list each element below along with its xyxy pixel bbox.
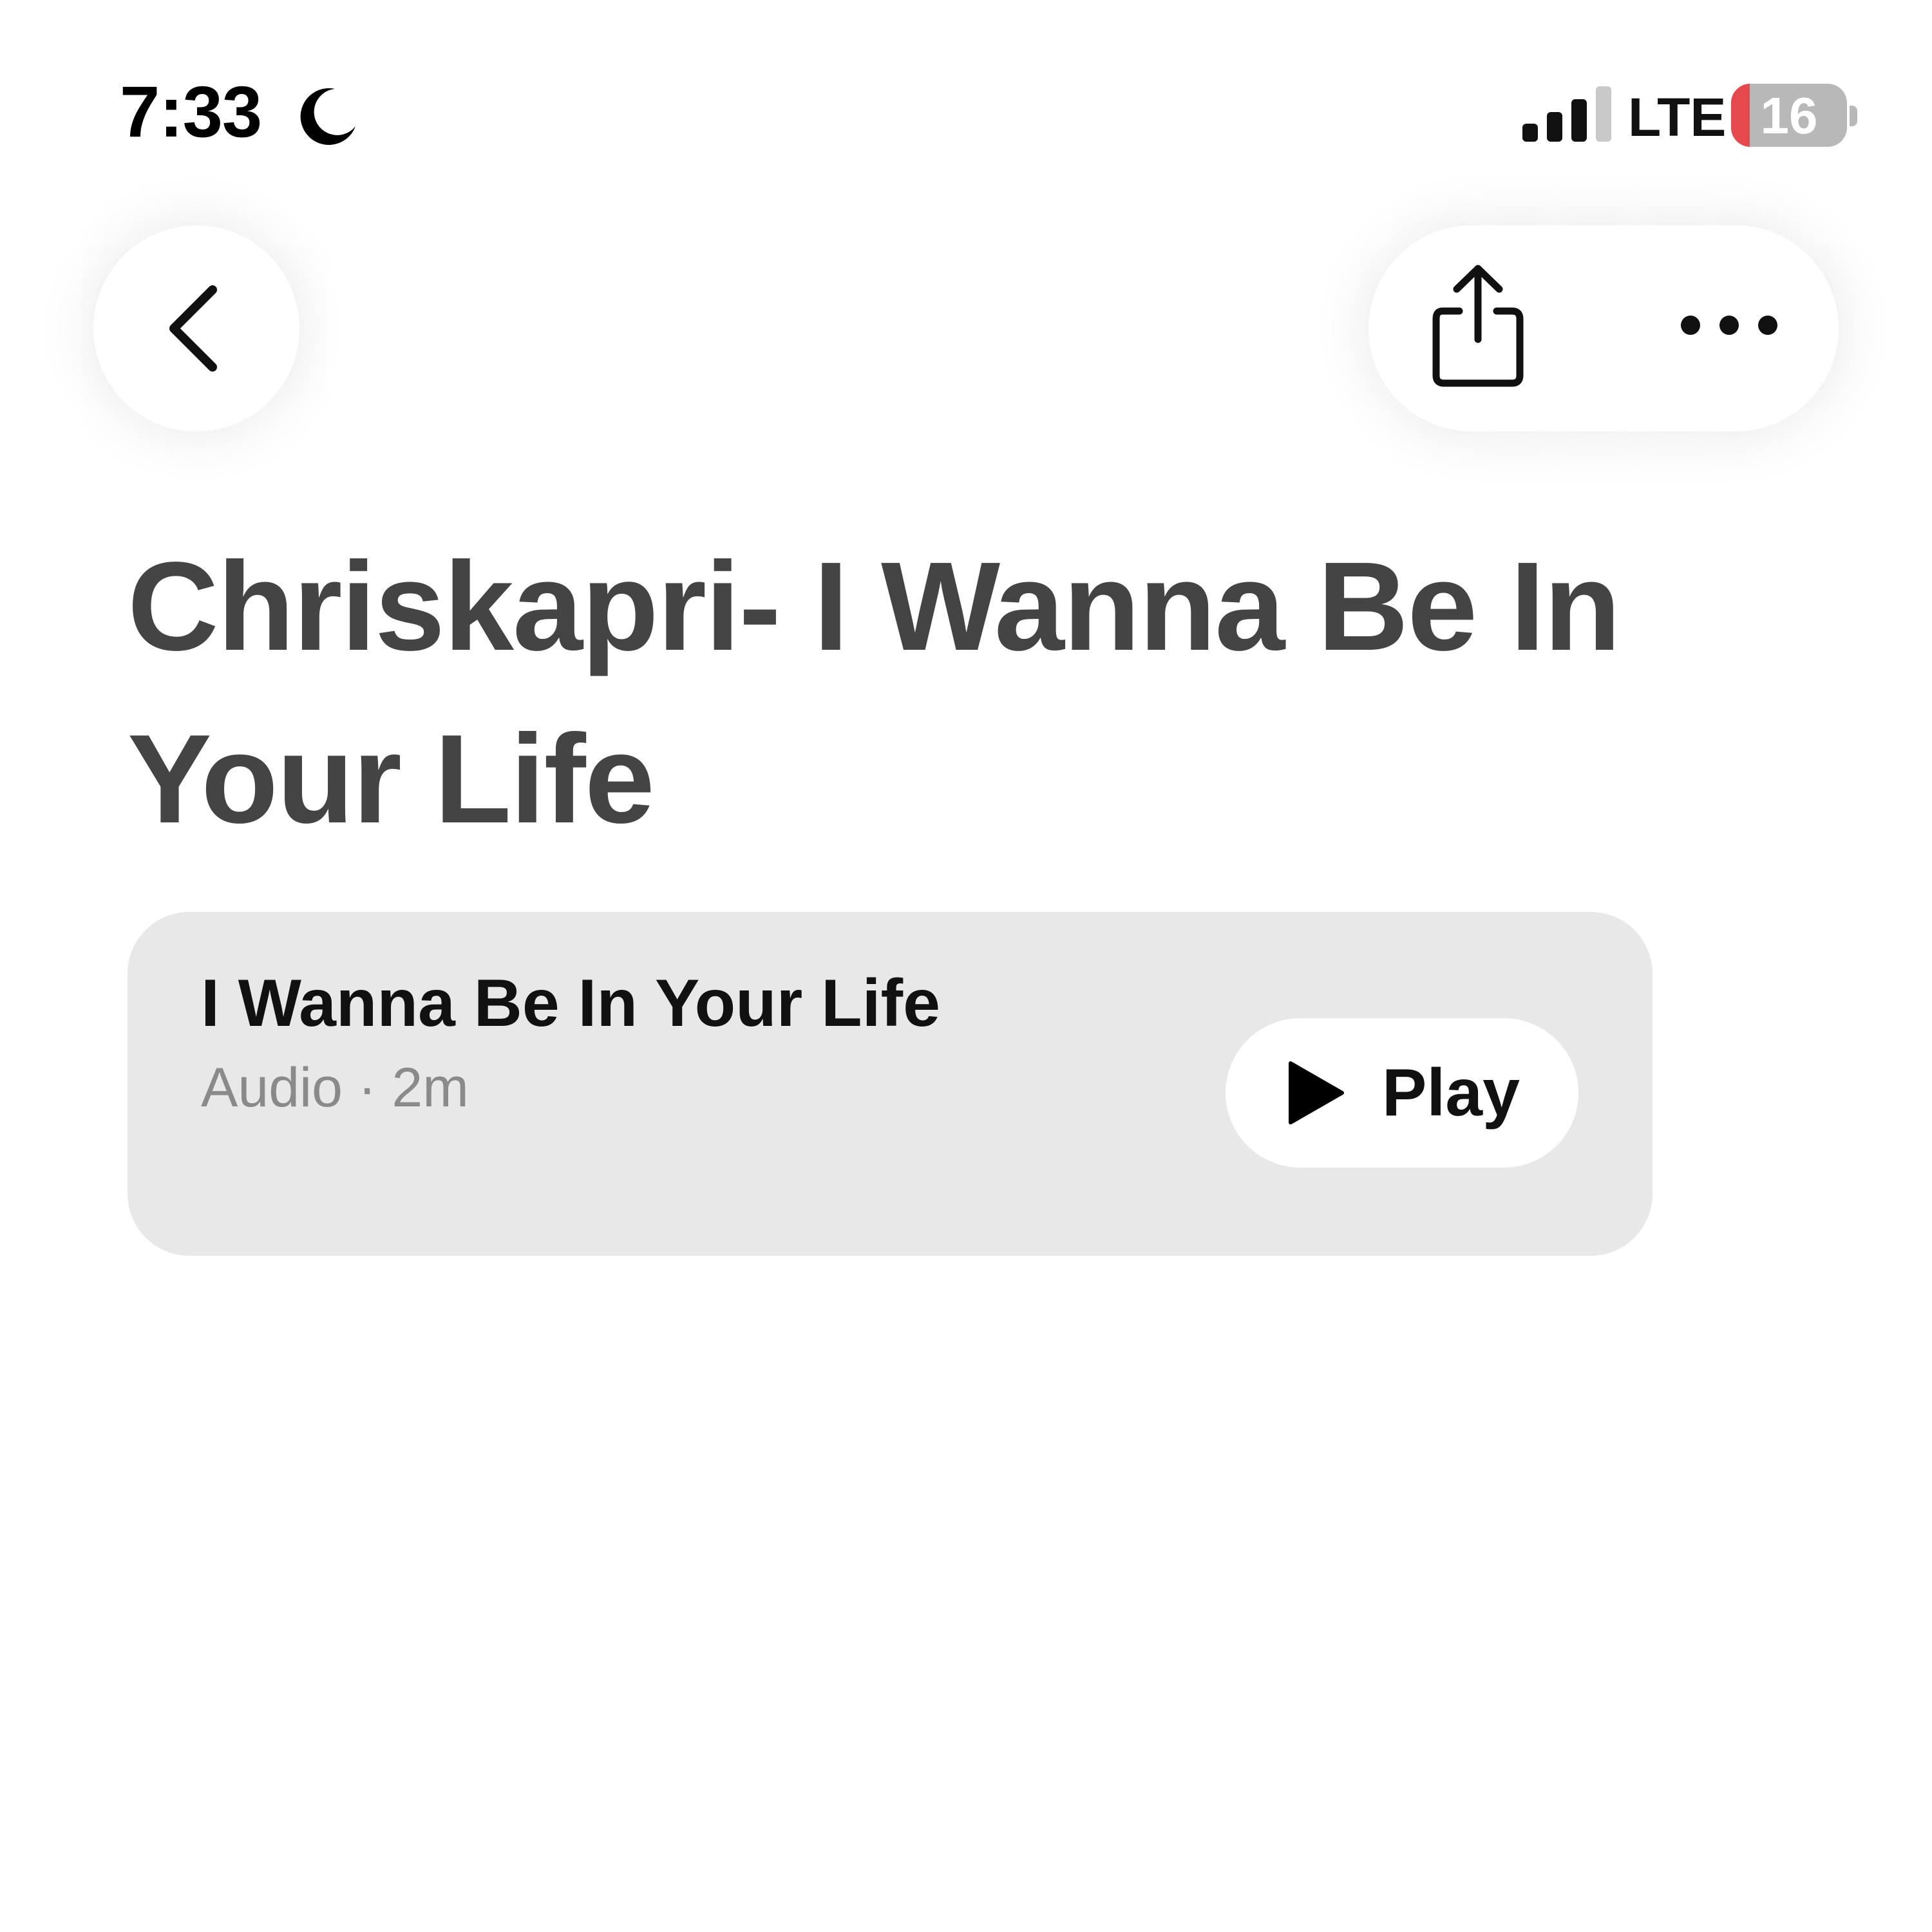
share-icon [1432, 265, 1524, 387]
audio-item-card[interactable]: I Wanna Be In Your Life Audio · 2m Play [128, 912, 1653, 1256]
more-options-button[interactable] [1662, 258, 1797, 393]
play-label: Play [1382, 1056, 1520, 1130]
battery-nub [1850, 106, 1857, 126]
ellipsis-icon [1681, 316, 1777, 335]
battery-indicator: 16 [1731, 84, 1847, 147]
audio-item-meta: Audio · 2m [201, 1057, 469, 1119]
chevron-left-icon [169, 285, 217, 372]
cellular-signal-icon [1522, 86, 1611, 142]
play-icon [1289, 1061, 1345, 1124]
share-button[interactable] [1410, 258, 1546, 393]
page-title: Chriskapri- I Wanna Be In Your Life [128, 536, 1621, 849]
status-time: 7:33 [120, 71, 262, 152]
audio-item-title: I Wanna Be In Your Life [201, 966, 940, 1041]
battery-percentage: 16 [1760, 87, 1818, 144]
moon-icon [300, 88, 355, 145]
back-button[interactable] [93, 225, 299, 431]
network-type: LTE [1628, 87, 1727, 147]
play-button[interactable]: Play [1226, 1018, 1578, 1168]
